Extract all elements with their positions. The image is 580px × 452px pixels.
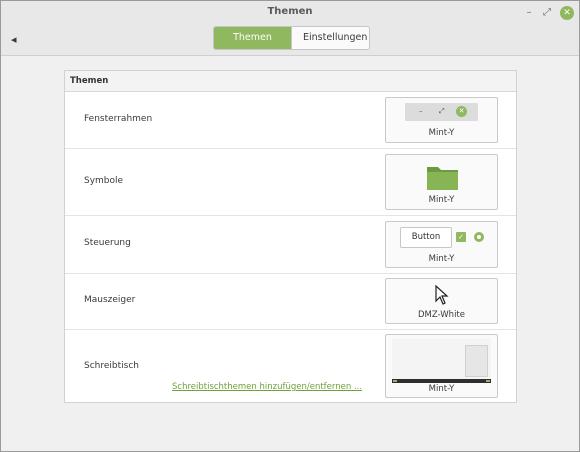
window-title: Themen [267, 6, 313, 17]
panel-preview [392, 379, 491, 383]
panel-header: Themen [65, 71, 516, 92]
window-borders-chooser[interactable]: – ⤢ ✕ Mint-Y [385, 97, 498, 143]
maximize-button[interactable]: ⤢ [540, 6, 554, 20]
icons-theme-name: Mint-Y [428, 195, 455, 205]
desktop-preview [392, 339, 491, 383]
desktop-chooser[interactable]: Mint-Y [385, 334, 498, 398]
titlebar-preview: – ⤢ ✕ [405, 103, 478, 121]
row-label: Fensterrahmen [84, 114, 153, 124]
toolbar: ◂ Themen Einstellungen [1, 25, 579, 56]
folder-icon [427, 167, 458, 190]
themes-panel: Themen Fensterrahmen – ⤢ ✕ Mint-Y Symbol… [64, 70, 517, 403]
row-mouse-pointer: Mauszeiger DMZ-White [65, 274, 516, 330]
add-remove-desktop-themes-link[interactable]: Schreibtischthemen hinzufügen/entfernen … [172, 382, 362, 392]
checkbox-icon: ✓ [456, 232, 466, 242]
row-label: Schreibtisch [84, 361, 139, 371]
view-switcher: Themen Einstellungen [213, 26, 370, 50]
button-preview: Button [400, 227, 452, 248]
close-icon: ✕ [456, 106, 467, 117]
desktop-theme-name: Mint-Y [428, 384, 455, 394]
minimize-icon: – [419, 107, 423, 115]
row-controls: Steuerung Button ✓ Mint-Y [65, 216, 516, 274]
row-icons: Symbole Mint-Y [65, 149, 516, 216]
back-arrow-icon[interactable]: ◂ [11, 33, 17, 46]
row-label: Symbole [84, 176, 124, 186]
row-label: Mauszeiger [84, 295, 136, 305]
mouse-pointer-theme-name: DMZ-White [418, 310, 465, 320]
close-button[interactable]: ✕ [560, 6, 574, 20]
restore-icon: ⤢ [439, 107, 445, 115]
title-bar[interactable]: Themen – ⤢ ✕ [1, 1, 579, 25]
controls-theme-name: Mint-Y [428, 254, 455, 264]
minimize-button[interactable]: – [522, 6, 536, 20]
controls-chooser[interactable]: Button ✓ Mint-Y [385, 221, 498, 268]
row-window-borders: Fensterrahmen – ⤢ ✕ Mint-Y [65, 92, 516, 149]
window-borders-theme-name: Mint-Y [428, 128, 455, 138]
mouse-pointer-chooser[interactable]: DMZ-White [385, 278, 498, 324]
icons-chooser[interactable]: Mint-Y [385, 154, 498, 210]
row-desktop: Schreibtisch Mint-Y [65, 330, 516, 403]
radio-icon [474, 232, 484, 242]
tab-settings[interactable]: Einstellungen [291, 27, 369, 49]
cursor-icon [435, 285, 449, 305]
tab-themes[interactable]: Themen [214, 27, 291, 49]
row-label: Steuerung [84, 238, 131, 248]
themes-window: Themen – ⤢ ✕ ◂ Themen Einstellungen Them… [0, 0, 580, 452]
calendar-preview [465, 345, 488, 377]
